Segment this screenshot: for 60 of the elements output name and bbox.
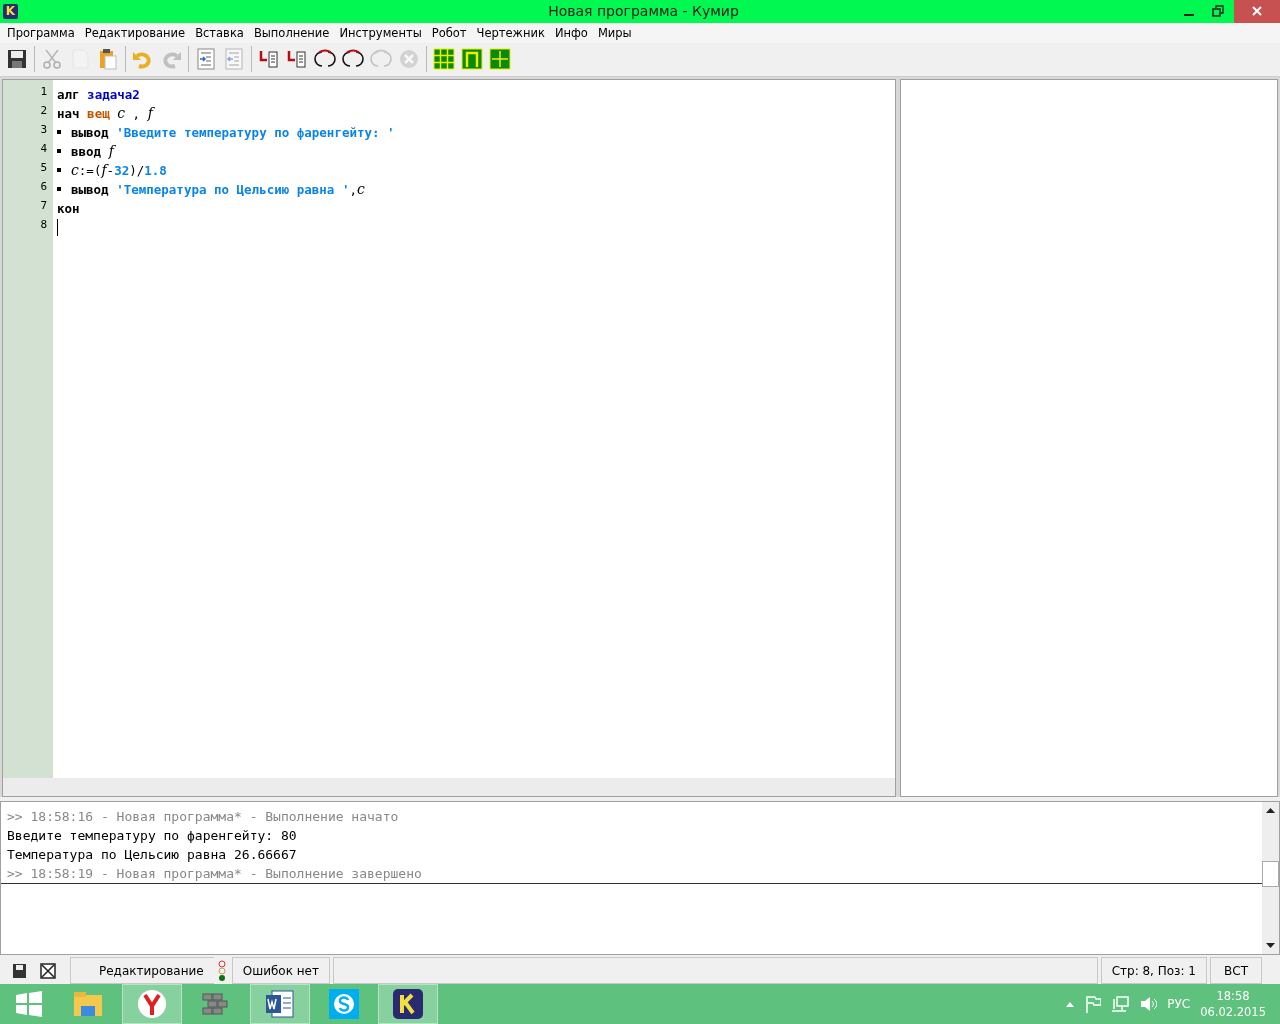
word-taskbar-button[interactable] (250, 984, 310, 1024)
code-line: ввод f (71, 143, 114, 160)
menu-item[interactable]: Редактирование (79, 25, 191, 40)
save-icon[interactable] (12, 962, 28, 979)
scrollbar[interactable] (3, 777, 895, 796)
close-button[interactable] (1234, 0, 1280, 23)
line-number: 2 (40, 103, 47, 119)
line-number: 3 (40, 122, 47, 138)
clock-time: 18:58 (1216, 988, 1250, 1004)
code-line: кон (57, 200, 80, 216)
scrollbar[interactable] (1262, 801, 1279, 955)
window-title: Новая программа - Кумир (547, 3, 740, 20)
skype-icon (328, 988, 360, 1020)
console-output-line: Температура по Цельсию равна 26.66667 (7, 845, 298, 864)
menu-item[interactable]: Миры (592, 25, 637, 40)
kumir-taskbar-button[interactable] (378, 984, 438, 1024)
console-output-line: Введите температуру по фаренгейту: 80 (7, 826, 298, 845)
menu-item[interactable]: Инфо (549, 25, 593, 40)
app-logo: K (3, 3, 18, 19)
menu-item[interactable]: Инструменты (334, 25, 427, 40)
line-number: 7 (40, 198, 47, 214)
code-line: вывод 'Введите температуру по фаренгейту: ' (71, 124, 395, 140)
code-line: c:=(f-32)/1.8 (71, 162, 167, 179)
mode-status: Редактирование (70, 957, 214, 984)
close-box-icon[interactable] (40, 962, 56, 979)
clock-date: 06.02.2015 (1200, 1004, 1266, 1020)
cursor-position: Стр: 8, Поз: 1 (1100, 957, 1207, 984)
speaker-icon[interactable] (1139, 995, 1158, 1013)
console-log-line: >> 18:58:16 - Новая программа* - Выполнение начато (7, 807, 400, 826)
menu-item[interactable]: Робот (426, 25, 472, 40)
network-icon[interactable] (1111, 995, 1130, 1013)
errors-status: Ошибок нет (231, 957, 330, 984)
code-line: алг задача2 (57, 86, 140, 102)
code-editor[interactable]: 1 2 3 4 5 6 7 8 алг задача2 нач вещ c , f вывод 'Введите температуру по фаренгейту: ' ввод f c:=(f-32)/1.8 вывод 'Температура по Цельсию равна ',c кон (2, 78, 896, 797)
line-number: 4 (40, 141, 47, 157)
restore-icon (1211, 5, 1224, 18)
menu-item[interactable]: Программа (2, 25, 80, 40)
line-number: 8 (40, 217, 47, 233)
menu-item[interactable]: Вставка (190, 25, 249, 40)
menu-item[interactable]: Выполнение (248, 25, 335, 40)
kumir-icon (392, 988, 424, 1020)
browser-icon (136, 988, 168, 1020)
flag-icon[interactable] (1085, 995, 1102, 1013)
insert-mode-status: ВСТ (1210, 957, 1262, 984)
word-icon (264, 988, 296, 1020)
code-line: нач вещ c , f (57, 105, 153, 122)
code-line: вывод 'Температура по Цельсию равна ',c (71, 181, 365, 198)
traffic-light-icon (217, 959, 226, 982)
line-number: 6 (40, 179, 47, 195)
close-icon (1251, 5, 1263, 18)
scrollbar-thumb[interactable] (1262, 861, 1279, 888)
scroll-down-icon[interactable] (1266, 942, 1275, 950)
show-hidden-icons-icon[interactable] (1065, 1000, 1076, 1008)
line-number: 1 (40, 84, 47, 100)
console-log-line: >> 18:58:19 - Новая программа* - Выполнение завершено (7, 864, 423, 883)
minimize-icon (1183, 14, 1194, 17)
browser-taskbar-button[interactable] (122, 984, 182, 1024)
menu-item[interactable]: Чертежник (471, 25, 550, 40)
line-number: 5 (40, 160, 47, 176)
scroll-up-icon[interactable] (1266, 806, 1275, 814)
